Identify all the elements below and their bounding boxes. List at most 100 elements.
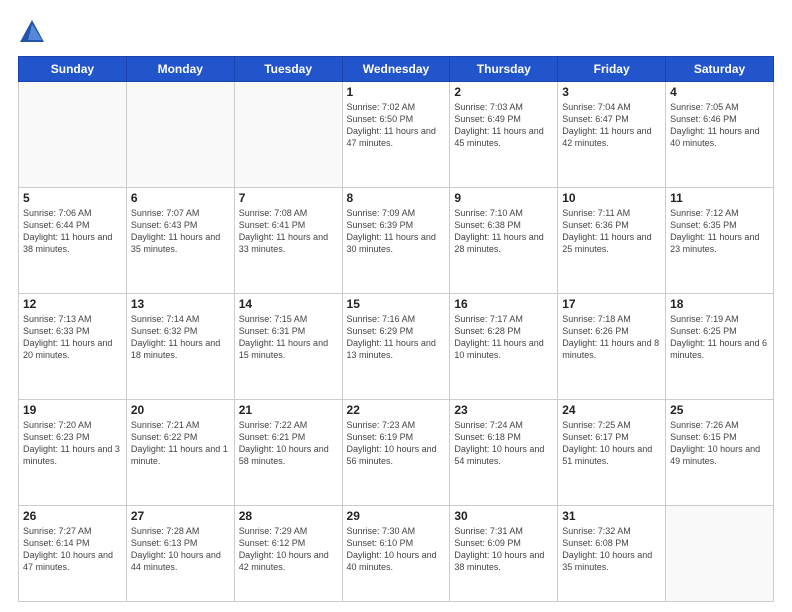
day-cell: 18 Sunrise: 7:19 AM Sunset: 6:25 PM Dayli…: [666, 293, 774, 399]
week-row-2: 12 Sunrise: 7:13 AM Sunset: 6:33 PM Dayli…: [19, 293, 774, 399]
day-cell: 25 Sunrise: 7:26 AM Sunset: 6:15 PM Dayli…: [666, 399, 774, 505]
day-cell: [19, 82, 127, 188]
day-info: Sunrise: 7:15 AM Sunset: 6:31 PM Dayligh…: [239, 313, 338, 362]
day-number: 28: [239, 509, 338, 523]
day-cell: [126, 82, 234, 188]
day-info: Sunrise: 7:08 AM Sunset: 6:41 PM Dayligh…: [239, 207, 338, 256]
day-info: Sunrise: 7:22 AM Sunset: 6:21 PM Dayligh…: [239, 419, 338, 468]
day-info: Sunrise: 7:25 AM Sunset: 6:17 PM Dayligh…: [562, 419, 661, 468]
day-info: Sunrise: 7:10 AM Sunset: 6:38 PM Dayligh…: [454, 207, 553, 256]
week-row-3: 19 Sunrise: 7:20 AM Sunset: 6:23 PM Dayli…: [19, 399, 774, 505]
day-cell: 2 Sunrise: 7:03 AM Sunset: 6:49 PM Daylig…: [450, 82, 558, 188]
day-number: 30: [454, 509, 553, 523]
day-cell: 5Sunrise: 7:06 AM Sunset: 6:44 PM Daylig…: [19, 187, 127, 293]
day-info: Sunrise: 7:11 AM Sunset: 6:36 PM Dayligh…: [562, 207, 661, 256]
day-info: Sunrise: 7:27 AM Sunset: 6:14 PM Dayligh…: [23, 525, 122, 574]
day-number: 15: [347, 297, 446, 311]
day-number: 16: [454, 297, 553, 311]
day-cell: 22Sunrise: 7:23 AM Sunset: 6:19 PM Dayli…: [342, 399, 450, 505]
day-number: 24: [562, 403, 661, 417]
day-number: 20: [131, 403, 230, 417]
day-number: 19: [23, 403, 122, 417]
day-cell: 6 Sunrise: 7:07 AM Sunset: 6:43 PM Daylig…: [126, 187, 234, 293]
day-cell: 16 Sunrise: 7:17 AM Sunset: 6:28 PM Dayli…: [450, 293, 558, 399]
day-info: Sunrise: 7:20 AM Sunset: 6:23 PM Dayligh…: [23, 419, 122, 468]
day-number: 1: [347, 85, 446, 99]
day-cell: [234, 82, 342, 188]
day-cell: 10 Sunrise: 7:11 AM Sunset: 6:36 PM Dayli…: [558, 187, 666, 293]
day-number: 31: [562, 509, 661, 523]
day-cell: 11 Sunrise: 7:12 AM Sunset: 6:35 PM Dayli…: [666, 187, 774, 293]
day-info: Sunrise: 7:31 AM Sunset: 6:09 PM Dayligh…: [454, 525, 553, 574]
day-header-thursday: Thursday: [450, 57, 558, 82]
day-cell: 13 Sunrise: 7:14 AM Sunset: 6:32 PM Dayli…: [126, 293, 234, 399]
day-header-row: SundayMondayTuesdayWednesdayThursdayFrid…: [19, 57, 774, 82]
day-info: Sunrise: 7:06 AM Sunset: 6:44 PM Dayligh…: [23, 207, 122, 256]
day-number: 22: [347, 403, 446, 417]
day-info: Sunrise: 7:30 AM Sunset: 6:10 PM Dayligh…: [347, 525, 446, 574]
day-cell: 14Sunrise: 7:15 AM Sunset: 6:31 PM Dayli…: [234, 293, 342, 399]
day-cell: 26 Sunrise: 7:27 AM Sunset: 6:14 PM Dayli…: [19, 505, 127, 601]
day-number: 7: [239, 191, 338, 205]
day-info: Sunrise: 7:19 AM Sunset: 6:25 PM Dayligh…: [670, 313, 769, 362]
day-info: Sunrise: 7:26 AM Sunset: 6:15 PM Dayligh…: [670, 419, 769, 468]
day-number: 25: [670, 403, 769, 417]
day-cell: 28Sunrise: 7:29 AM Sunset: 6:12 PM Dayli…: [234, 505, 342, 601]
day-info: Sunrise: 7:14 AM Sunset: 6:32 PM Dayligh…: [131, 313, 230, 362]
day-cell: 1 Sunrise: 7:02 AM Sunset: 6:50 PM Daylig…: [342, 82, 450, 188]
day-number: 4: [670, 85, 769, 99]
day-number: 21: [239, 403, 338, 417]
header: [18, 18, 774, 46]
day-number: 6: [131, 191, 230, 205]
day-info: Sunrise: 7:24 AM Sunset: 6:18 PM Dayligh…: [454, 419, 553, 468]
day-info: Sunrise: 7:02 AM Sunset: 6:50 PM Dayligh…: [347, 101, 446, 150]
day-cell: 12 Sunrise: 7:13 AM Sunset: 6:33 PM Dayli…: [19, 293, 127, 399]
day-header-friday: Friday: [558, 57, 666, 82]
day-info: Sunrise: 7:21 AM Sunset: 6:22 PM Dayligh…: [131, 419, 230, 468]
logo: [18, 18, 50, 46]
day-cell: 19 Sunrise: 7:20 AM Sunset: 6:23 PM Dayli…: [19, 399, 127, 505]
day-cell: 27 Sunrise: 7:28 AM Sunset: 6:13 PM Dayli…: [126, 505, 234, 601]
day-number: 26: [23, 509, 122, 523]
day-cell: 8Sunrise: 7:09 AM Sunset: 6:39 PM Daylig…: [342, 187, 450, 293]
day-number: 11: [670, 191, 769, 205]
day-info: Sunrise: 7:12 AM Sunset: 6:35 PM Dayligh…: [670, 207, 769, 256]
day-number: 9: [454, 191, 553, 205]
day-header-monday: Monday: [126, 57, 234, 82]
page: SundayMondayTuesdayWednesdayThursdayFrid…: [0, 0, 792, 612]
day-info: Sunrise: 7:16 AM Sunset: 6:29 PM Dayligh…: [347, 313, 446, 362]
day-info: Sunrise: 7:17 AM Sunset: 6:28 PM Dayligh…: [454, 313, 553, 362]
day-number: 12: [23, 297, 122, 311]
day-header-wednesday: Wednesday: [342, 57, 450, 82]
day-info: Sunrise: 7:28 AM Sunset: 6:13 PM Dayligh…: [131, 525, 230, 574]
day-info: Sunrise: 7:13 AM Sunset: 6:33 PM Dayligh…: [23, 313, 122, 362]
day-number: 10: [562, 191, 661, 205]
day-number: 27: [131, 509, 230, 523]
calendar-table: SundayMondayTuesdayWednesdayThursdayFrid…: [18, 56, 774, 602]
day-info: Sunrise: 7:03 AM Sunset: 6:49 PM Dayligh…: [454, 101, 553, 150]
day-info: Sunrise: 7:05 AM Sunset: 6:46 PM Dayligh…: [670, 101, 769, 150]
day-header-saturday: Saturday: [666, 57, 774, 82]
day-cell: 3Sunrise: 7:04 AM Sunset: 6:47 PM Daylig…: [558, 82, 666, 188]
day-number: 17: [562, 297, 661, 311]
day-header-tuesday: Tuesday: [234, 57, 342, 82]
day-number: 13: [131, 297, 230, 311]
day-cell: 20 Sunrise: 7:21 AM Sunset: 6:22 PM Dayli…: [126, 399, 234, 505]
day-number: 23: [454, 403, 553, 417]
day-cell: 7 Sunrise: 7:08 AM Sunset: 6:41 PM Daylig…: [234, 187, 342, 293]
week-row-0: 1 Sunrise: 7:02 AM Sunset: 6:50 PM Daylig…: [19, 82, 774, 188]
day-info: Sunrise: 7:04 AM Sunset: 6:47 PM Dayligh…: [562, 101, 661, 150]
day-info: Sunrise: 7:07 AM Sunset: 6:43 PM Dayligh…: [131, 207, 230, 256]
day-cell: 23 Sunrise: 7:24 AM Sunset: 6:18 PM Dayli…: [450, 399, 558, 505]
day-info: Sunrise: 7:09 AM Sunset: 6:39 PM Dayligh…: [347, 207, 446, 256]
day-cell: 4 Sunrise: 7:05 AM Sunset: 6:46 PM Daylig…: [666, 82, 774, 188]
week-row-1: 5Sunrise: 7:06 AM Sunset: 6:44 PM Daylig…: [19, 187, 774, 293]
day-info: Sunrise: 7:18 AM Sunset: 6:26 PM Dayligh…: [562, 313, 661, 362]
logo-icon: [18, 18, 46, 46]
day-cell: 30 Sunrise: 7:31 AM Sunset: 6:09 PM Dayli…: [450, 505, 558, 601]
day-number: 18: [670, 297, 769, 311]
day-number: 2: [454, 85, 553, 99]
day-header-sunday: Sunday: [19, 57, 127, 82]
day-cell: 9 Sunrise: 7:10 AM Sunset: 6:38 PM Daylig…: [450, 187, 558, 293]
day-cell: 15 Sunrise: 7:16 AM Sunset: 6:29 PM Dayli…: [342, 293, 450, 399]
